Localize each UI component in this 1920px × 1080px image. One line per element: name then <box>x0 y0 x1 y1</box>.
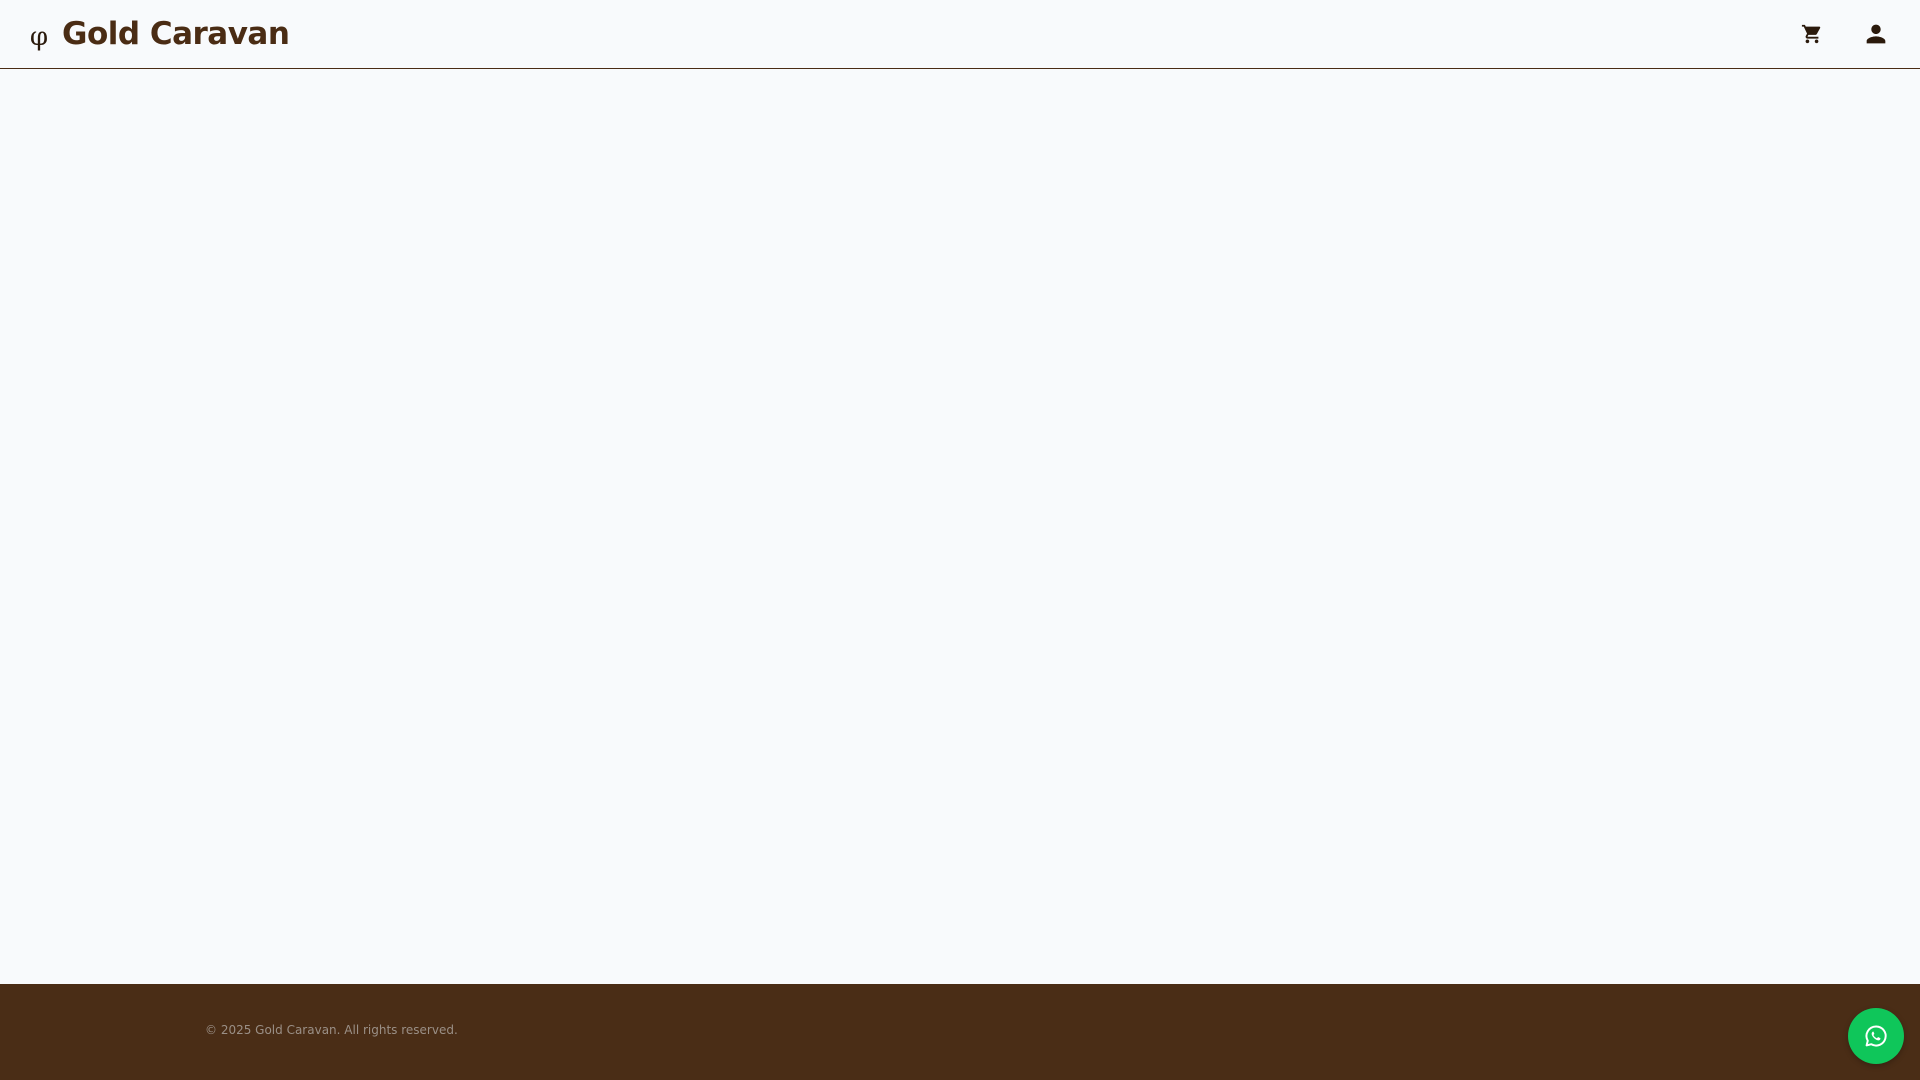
copyright-text: © 2025 Gold Caravan. All rights reserved… <box>205 1023 458 1037</box>
cart-icon <box>1801 24 1821 44</box>
account-button[interactable] <box>1858 16 1894 52</box>
whatsapp-chat-button[interactable] <box>1848 1008 1904 1064</box>
logo-icon: φ <box>29 21 49 52</box>
whatsapp-icon <box>1865 1025 1887 1047</box>
header-actions <box>1794 16 1894 52</box>
person-icon <box>1866 24 1886 44</box>
brand-home-link[interactable]: φ Gold Caravan <box>26 15 290 52</box>
page: φ Gold Caravan © 2025 Gold Caravan. All … <box>0 0 1920 1080</box>
main-content <box>0 69 1920 984</box>
site-footer: © 2025 Gold Caravan. All rights reserved… <box>0 984 1920 1080</box>
site-header: φ Gold Caravan <box>0 0 1920 69</box>
cart-button[interactable] <box>1794 16 1830 52</box>
brand-name: Gold Caravan <box>62 15 290 52</box>
